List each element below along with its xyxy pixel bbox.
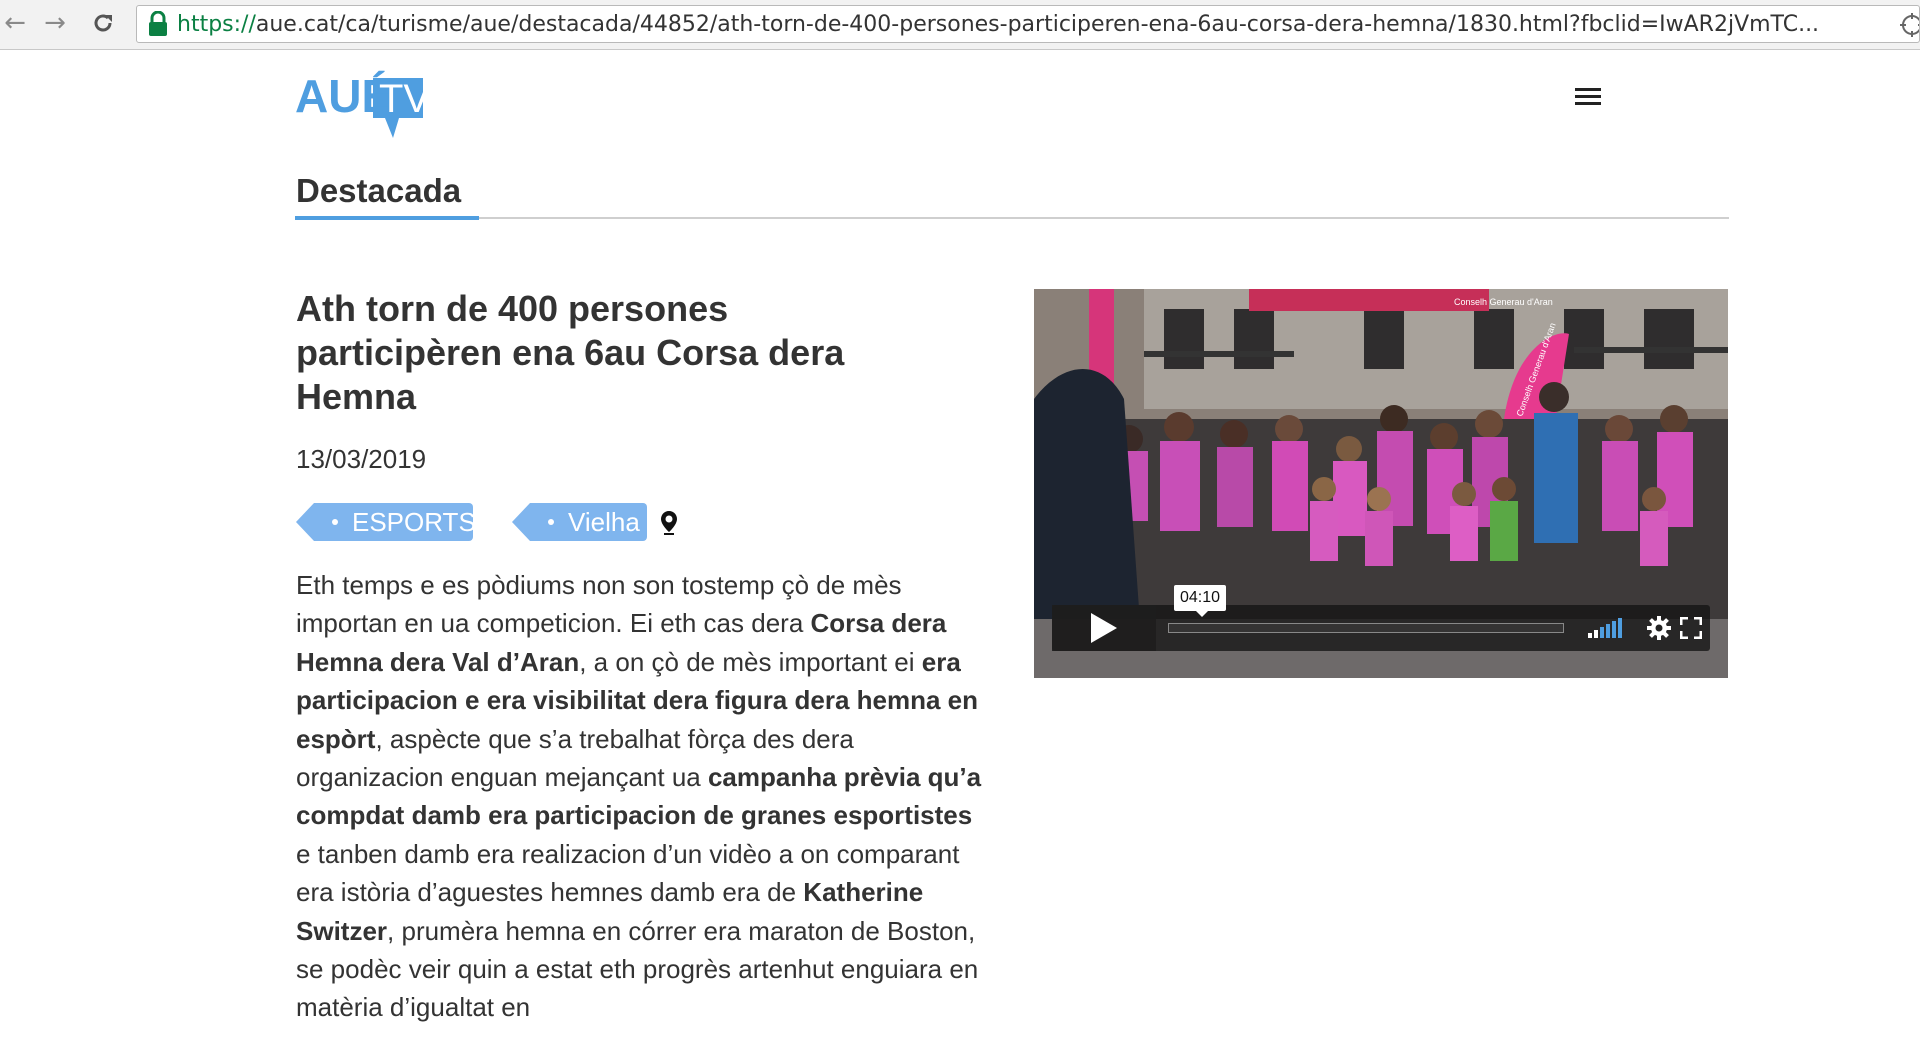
video-controls: 04:10 <box>1052 585 1710 651</box>
video-player[interactable]: Conselh Generau d'Aran Conselh Generau d… <box>1034 289 1728 678</box>
play-icon <box>1091 613 1117 643</box>
progress-bar[interactable] <box>1168 623 1564 633</box>
forward-arrow-icon[interactable]: → <box>40 8 70 38</box>
back-arrow-icon[interactable]: ← <box>0 8 30 38</box>
play-button[interactable] <box>1052 605 1156 651</box>
extension-icon[interactable] <box>1897 10 1920 40</box>
article-body-run: , a on çò de mès important ei <box>579 646 922 677</box>
url-scheme: https:// <box>177 11 256 37</box>
reload-icon[interactable] <box>88 8 118 38</box>
article-date: 13/03/2019 <box>296 444 427 474</box>
map-pin-icon[interactable] <box>660 510 678 536</box>
article-title-line: Hemna <box>296 376 417 417</box>
article-title: Ath torn de 400 persones participèren en… <box>296 287 936 419</box>
hamburger-menu-icon[interactable] <box>1575 88 1601 108</box>
settings-gear-icon[interactable] <box>1646 615 1672 641</box>
banner-text: Conselh Generau d'Aran <box>1454 297 1553 307</box>
logo-text-tv: TV <box>379 77 425 121</box>
lock-icon <box>149 11 167 36</box>
section-active-underline <box>295 216 479 220</box>
aue-tv-logo[interactable]: AUÉ TV <box>295 60 425 140</box>
time-tooltip: 04:10 <box>1174 585 1227 617</box>
tag-esports[interactable]: ESPORTS <box>296 503 476 541</box>
article-body: Eth temps e es pòdiums non son tostemp ç… <box>296 566 986 1027</box>
volume-icon[interactable] <box>1586 617 1624 639</box>
logo-text-aue: AUÉ <box>295 70 392 122</box>
section-divider <box>295 217 1729 219</box>
address-bar[interactable]: https:// aue.cat/ca/turisme/aue/destacad… <box>136 5 1920 43</box>
fullscreen-icon[interactable] <box>1680 617 1702 639</box>
article-body-run: , prumèra hemna en córrer era maraton de… <box>296 915 979 1023</box>
tag-vielha[interactable]: Vielha <box>512 503 647 541</box>
article-title-line: Ath torn de 400 persones <box>296 288 729 329</box>
section-title: Destacada <box>296 172 462 209</box>
browser-toolbar: ← → https:// aue.cat/ca/turisme/aue/dest… <box>0 0 1920 50</box>
article-title-line: participèren ena 6au Corsa dera <box>296 332 845 373</box>
url-text: aue.cat/ca/turisme/aue/destacada/44852/a… <box>255 11 1820 37</box>
